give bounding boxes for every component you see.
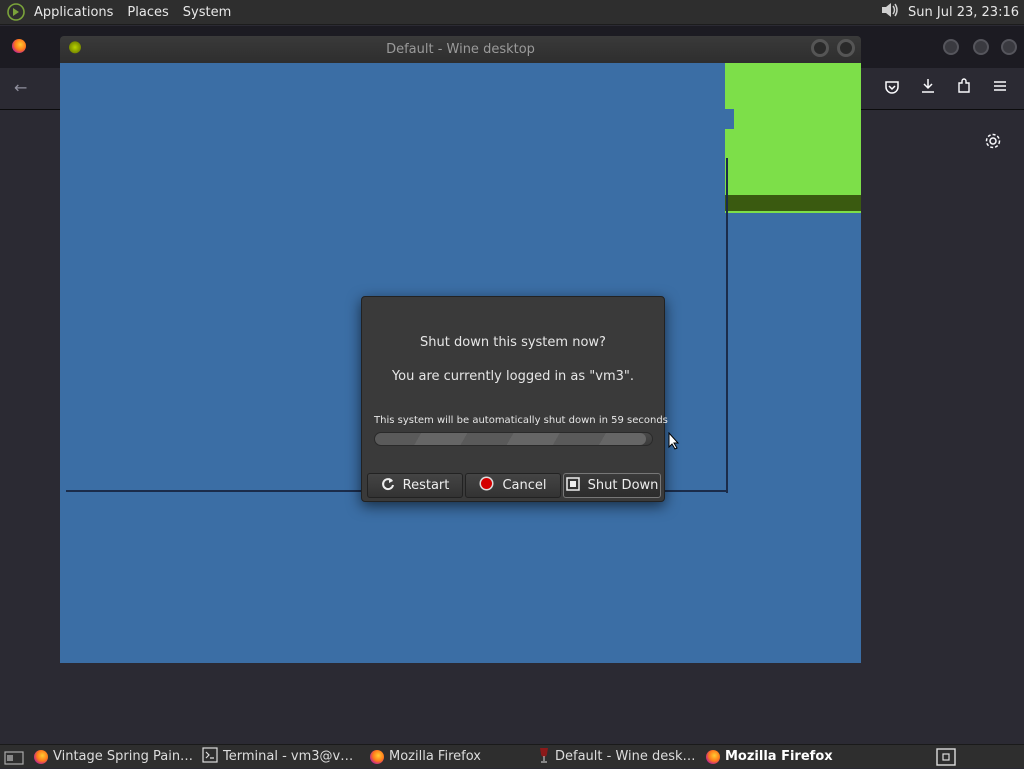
taskbar-label: Terminal - vm3@v… <box>223 749 354 764</box>
countdown-progress-bar <box>374 432 653 446</box>
settings-gear-icon[interactable] <box>984 132 1002 154</box>
wine-glass-icon <box>538 747 550 767</box>
countdown-progress-fill <box>375 433 647 445</box>
taskbar-label: Vintage Spring Pain… <box>53 749 194 764</box>
volume-icon[interactable] <box>880 1 900 23</box>
taskbar-item-firefox-1[interactable]: Mozilla Firefox <box>364 745 532 769</box>
minimize-icon[interactable] <box>943 39 959 55</box>
hamburger-menu-icon[interactable] <box>992 78 1008 98</box>
back-arrow-icon[interactable]: ← <box>14 78 27 97</box>
wine-maximize-icon[interactable] <box>837 39 855 57</box>
firefox-icon <box>706 749 720 764</box>
firefox-icon <box>34 749 48 764</box>
mouse-cursor-icon <box>668 431 680 454</box>
wine-window-icon <box>68 41 82 55</box>
green-shape <box>725 63 861 213</box>
firefox-icon <box>370 749 384 764</box>
pocket-icon[interactable] <box>884 79 900 99</box>
logged-in-text: You are currently logged in as "vm3". <box>391 369 635 384</box>
applications-menu[interactable]: Applications <box>27 0 120 25</box>
terminal-icon <box>202 746 218 767</box>
panel-clock[interactable]: Sun Jul 23, 23:16 <box>900 5 1019 20</box>
close-icon[interactable] <box>1001 39 1017 55</box>
bottom-taskbar: Vintage Spring Pain… Terminal - vm3@v… M… <box>0 744 1024 768</box>
green-shape-shadow <box>725 195 861 211</box>
shutdown-button[interactable]: Shut Down <box>563 473 661 498</box>
cancel-button[interactable]: Cancel <box>465 473 561 498</box>
wine-window-title: Default - Wine desktop <box>386 42 535 57</box>
vertical-line <box>726 158 728 493</box>
wine-window-titlebar[interactable]: Default - Wine desktop <box>60 36 861 63</box>
stop-icon <box>479 476 494 495</box>
shape-notch <box>725 109 734 129</box>
extensions-icon[interactable] <box>956 78 972 98</box>
restart-icon <box>381 477 395 495</box>
taskbar-item-terminal[interactable]: Terminal - vm3@v… <box>196 745 364 769</box>
taskbar-item-wine[interactable]: Default - Wine desk… <box>532 745 700 769</box>
maximize-icon[interactable] <box>973 39 989 55</box>
taskbar-label: Mozilla Firefox <box>389 749 481 764</box>
countdown-text: This system will be automatically shut d… <box>374 415 668 426</box>
distro-logo-icon[interactable] <box>5 1 27 23</box>
restart-label: Restart <box>402 478 450 493</box>
firefox-icon <box>12 39 26 53</box>
places-menu[interactable]: Places <box>120 0 175 25</box>
restart-button[interactable]: Restart <box>367 473 463 498</box>
wine-minimize-icon[interactable] <box>811 39 829 57</box>
shutdown-icon <box>565 476 580 495</box>
top-panel: Applications Places System Sun Jul 23, 2… <box>0 0 1024 25</box>
taskbar-item-vintage[interactable]: Vintage Spring Pain… <box>28 745 196 769</box>
taskbar-item-firefox-2[interactable]: Mozilla Firefox <box>700 745 868 769</box>
show-desktop-icon[interactable] <box>0 745 28 769</box>
taskbar-label: Mozilla Firefox <box>725 749 833 764</box>
shutdown-dialog: Shut down this system now? You are curre… <box>361 296 668 502</box>
system-menu[interactable]: System <box>176 0 238 25</box>
taskbar-label: Default - Wine desk… <box>555 749 696 764</box>
shutdown-label: Shut Down <box>587 478 659 493</box>
dialog-question: Shut down this system now? <box>420 335 606 350</box>
workspace-switcher-icon[interactable] <box>936 745 1024 769</box>
download-icon[interactable] <box>920 78 936 98</box>
cancel-label: Cancel <box>502 478 547 493</box>
